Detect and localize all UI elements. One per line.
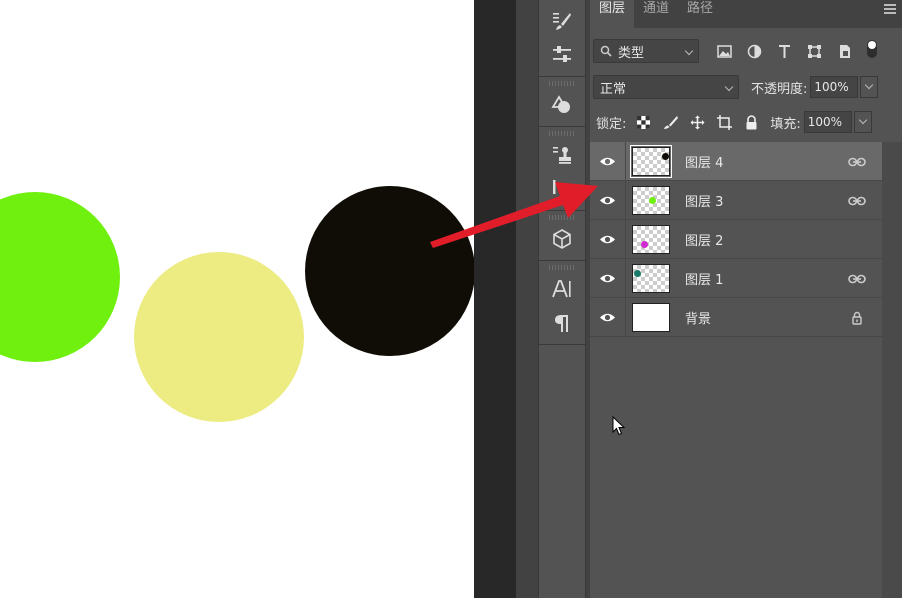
filter-row: 类型 [590,37,902,65]
chevron-down-icon [724,82,734,92]
search-icon [600,45,612,57]
fill-input[interactable]: 100% [803,111,852,133]
layers-scrollbar[interactable] [882,142,902,598]
tool-group [539,127,585,211]
blend-mode-dropdown[interactable]: 正常 [593,75,739,99]
layers-list: 图层 4 图层 3 图层 2 图层 1 背景 [590,141,882,337]
panel-tabs: 图层 通道 路径 [590,0,902,28]
lock-artboard-icon[interactable] [713,111,735,133]
layer-thumbnail [632,185,670,215]
character-icon[interactable] [539,272,585,306]
tab-channels[interactable]: 通道 [634,0,678,28]
visibility-eye-icon[interactable] [590,219,626,259]
visibility-eye-icon[interactable] [590,180,626,220]
filter-icons [713,40,877,62]
opacity-dropdown-arrow[interactable] [860,76,879,98]
thumbnail-dot [649,196,656,204]
group-grip[interactable] [549,81,575,86]
link-icon [848,193,866,209]
blend-row: 正常 不透明度: 100% [590,73,902,101]
shapes-icon[interactable] [539,88,585,122]
tool-group [539,77,585,127]
layer-row-4[interactable]: 图层 4 [590,141,882,181]
document-canvas[interactable] [0,0,474,598]
lock-icon [848,310,866,326]
layer-thumbnail [630,144,672,178]
layer-thumbnail [632,302,670,332]
paragraph-icon[interactable] [539,306,585,340]
adjustment-filter-icon[interactable] [743,40,766,62]
link-icon [848,154,866,170]
tool-strip-column [538,0,586,598]
thumbnail-dot [662,152,669,160]
3d-cube-icon[interactable] [539,222,585,256]
layer-name[interactable]: 图层 3 [685,191,723,210]
lock-all-icon[interactable] [740,111,762,133]
lock-label: 锁定: [596,116,627,132]
black-circle [305,186,474,356]
layer-row-1[interactable]: 图层 1 [590,258,882,298]
lock-pixels-icon[interactable] [659,111,681,133]
green-circle [0,192,120,362]
group-grip[interactable] [549,215,575,220]
layers-panel: 图层 通道 路径 类型 正常 不透明度: 100% 锁定: 填充: 100% 图… [590,0,902,598]
filter-toggle[interactable] [867,40,877,58]
smart-object-filter-icon[interactable] [833,40,856,62]
lock-icons [632,111,762,133]
opacity-input[interactable]: 100% [810,76,859,98]
layer-name[interactable]: 图层 2 [685,230,723,249]
type-filter-icon[interactable] [773,40,796,62]
thumbnail-dot [634,269,641,277]
scissors-icon[interactable] [539,172,585,206]
image-filter-icon[interactable] [713,40,736,62]
mouse-cursor-icon [612,416,626,436]
tab-paths[interactable]: 路径 [678,0,722,28]
layer-row-3[interactable]: 图层 3 [590,180,882,220]
fill-dropdown-arrow[interactable] [853,111,872,133]
stamp-icon[interactable] [539,138,585,172]
tab-layers[interactable]: 图层 [590,0,635,28]
layer-thumbnail [632,224,670,254]
yellow-circle [134,252,304,422]
layer-name[interactable]: 背景 [685,308,711,327]
filter-type-label: 类型 [618,45,645,61]
filter-type-dropdown[interactable]: 类型 [593,39,699,63]
tool-group [539,261,585,345]
visibility-eye-icon[interactable] [590,141,626,181]
lock-row: 锁定: 填充: 100% [590,108,902,136]
layer-thumbnail [632,263,670,293]
opacity-label: 不透明度: [751,81,808,97]
canvas-gutter [474,0,516,598]
photoshop-window: 图层 通道 路径 类型 正常 不透明度: 100% 锁定: 填充: 100% 图… [0,0,902,598]
tool-group [539,0,585,77]
thumbnail-dot [641,240,648,248]
layer-row-background[interactable]: 背景 [590,297,882,337]
lock-position-icon[interactable] [686,111,708,133]
link-icon [848,271,866,287]
adjustments-icon[interactable] [539,38,585,72]
group-grip[interactable] [549,131,575,136]
visibility-eye-icon[interactable] [590,297,626,337]
visibility-eye-icon[interactable] [590,258,626,298]
blend-mode-value: 正常 [600,81,627,97]
brush-icon[interactable] [539,4,585,38]
lock-transparency-icon[interactable] [632,111,654,133]
group-grip[interactable] [549,265,575,270]
chevron-down-icon [684,46,694,56]
layer-name[interactable]: 图层 1 [685,269,723,288]
layer-name[interactable]: 图层 4 [685,152,723,171]
panel-menu-icon[interactable] [884,4,896,14]
tool-strip [516,0,590,598]
shape-filter-icon[interactable] [803,40,826,62]
fill-label: 填充: [770,116,801,132]
layer-row-2[interactable]: 图层 2 [590,219,882,259]
tool-group [539,211,585,261]
